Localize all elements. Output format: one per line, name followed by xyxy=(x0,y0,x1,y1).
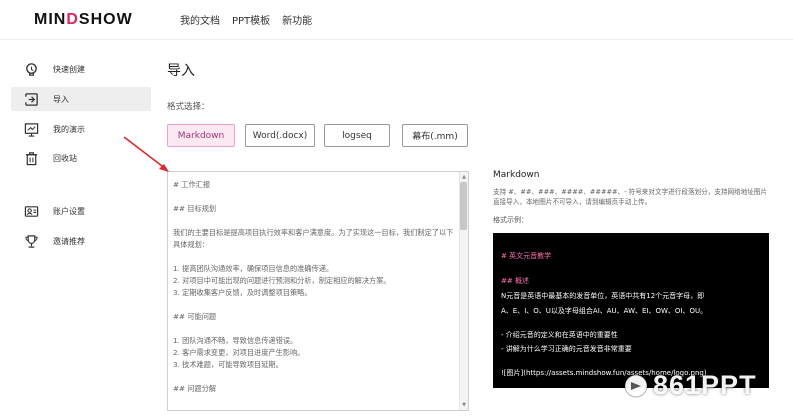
format-button-markdown[interactable]: Markdown xyxy=(167,124,235,147)
scroll-down-icon[interactable]: ▼ xyxy=(462,402,466,408)
main-content: 导入 格式选择： Markdown Word(.docx) logseq 幕布(… xyxy=(160,40,793,418)
account-icon xyxy=(23,203,39,219)
trophy-icon xyxy=(23,233,39,249)
example-label: 格式示例： xyxy=(493,216,528,224)
sidebar-item-invite[interactable]: 邀请推荐 xyxy=(11,229,151,253)
sidebar-item-quick-create[interactable]: 快速创建 xyxy=(11,57,151,81)
annotation-arrow-icon xyxy=(123,136,169,172)
import-icon xyxy=(23,91,39,107)
presentation-icon xyxy=(23,121,39,137)
watermark: 861PPT xyxy=(623,370,757,401)
sidebar: 快速创建 导入 我的演示 回收站 账户设置 邀请推荐 xyxy=(0,40,160,418)
example-line-2: ## 概述 xyxy=(501,277,529,285)
watermark-text: 861PPT xyxy=(653,370,757,400)
editor-scrollbar[interactable]: ▲ ▼ xyxy=(459,172,468,410)
example-line-3: N元音是英语中最基本的发音单位，英语中共有12个元音字母，即 xyxy=(501,292,705,300)
sidebar-item-label: 快速创建 xyxy=(53,64,85,74)
top-bar: MINDSHOW 我的文档 PPT模板 新功能 xyxy=(0,0,793,40)
sidebar-item-account-settings[interactable]: 账户设置 xyxy=(11,199,151,223)
format-button-logseq[interactable]: logseq xyxy=(324,124,390,147)
sidebar-item-label: 账户设置 xyxy=(53,206,85,216)
watermark-logo-icon xyxy=(624,374,648,397)
app-logo[interactable]: MINDSHOW xyxy=(34,11,133,29)
sidebar-item-label: 我的演示 xyxy=(53,124,85,134)
sidebar-item-import[interactable]: 导入 xyxy=(11,87,151,111)
sidebar-item-label: 导入 xyxy=(53,94,69,104)
nav-ppt-templates[interactable]: PPT模板 xyxy=(232,12,270,27)
scroll-up-icon[interactable]: ▲ xyxy=(462,174,466,180)
markdown-editor[interactable]: # 工作汇报 ## 目标规划 我们的主要目标是提高项目执行效率和客户满意度。为了… xyxy=(167,171,469,411)
page-title: 导入 xyxy=(167,63,195,79)
example-line-4: A、E、I、O、U以及字母组合AI、AU、AW、EI、OW、OI、OU。 xyxy=(501,307,708,315)
sidebar-item-label: 邀请推荐 xyxy=(53,236,85,246)
preview-title: Markdown xyxy=(493,170,540,180)
top-nav: 我的文档 PPT模板 新功能 xyxy=(180,12,312,27)
logo-prefix: MIN xyxy=(34,11,67,28)
example-line-1: # 英文元音教学 xyxy=(501,252,552,260)
format-button-word[interactable]: Word(.docx) xyxy=(245,124,315,147)
format-label: 格式选择： xyxy=(167,102,210,112)
logo-suffix: SHOW xyxy=(78,11,133,28)
scroll-thumb[interactable] xyxy=(460,182,467,230)
example-box: # 英文元音教学 ## 概述 N元音是英语中最基本的发音单位，英语中共有12个元… xyxy=(493,233,769,388)
example-line-6: - 讲解为什么学习正确的元音发音非常重要 xyxy=(501,345,632,353)
nav-my-docs[interactable]: 我的文档 xyxy=(180,12,220,27)
preview-description: 支持 #、##、###、####、#####、- 符号来对文字进行段落划分，支持… xyxy=(493,188,768,206)
nav-new-features[interactable]: 新功能 xyxy=(282,12,312,27)
format-button-mubu[interactable]: 幕布(.mm) xyxy=(402,124,468,147)
lightbulb-icon xyxy=(23,61,39,77)
logo-accent: D xyxy=(66,11,79,28)
example-line-5: - 介绍元音的定义和在英语中的重要性 xyxy=(501,331,618,339)
sidebar-item-label: 回收站 xyxy=(53,153,77,163)
trash-icon xyxy=(23,150,39,166)
editor-text: # 工作汇报 ## 目标规划 我们的主要目标是提高项目执行效率和客户满意度。为了… xyxy=(173,180,454,393)
